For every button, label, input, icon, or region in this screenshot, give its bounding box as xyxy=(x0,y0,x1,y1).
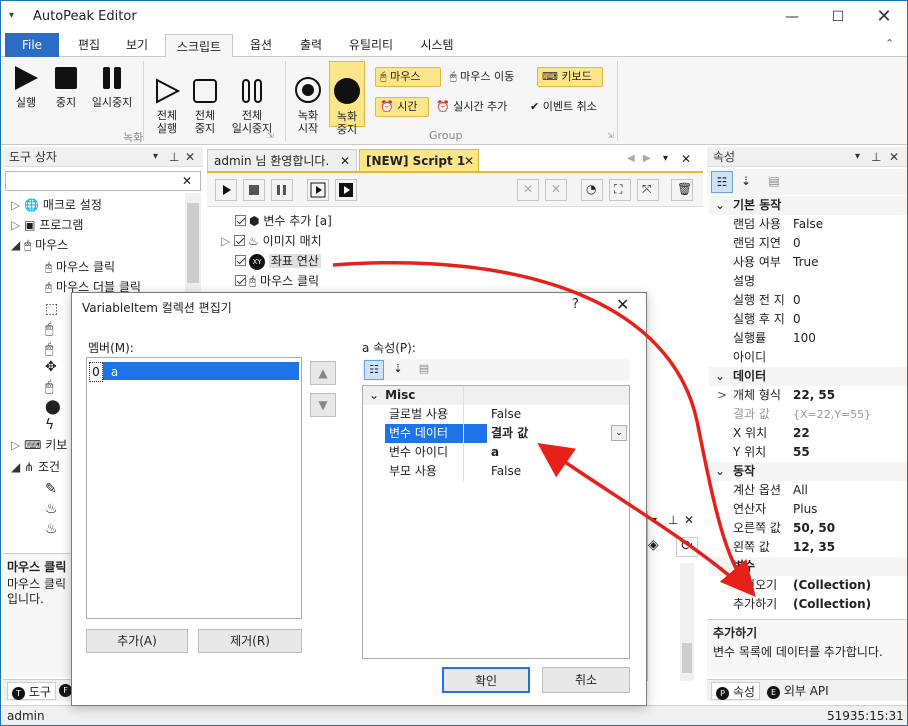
annotation-arrows xyxy=(332,261,756,597)
arrow-to-dialog xyxy=(537,443,747,591)
arrow-to-properties xyxy=(332,261,756,597)
app-window: ▾ AutoPeak Editor — ☐ ✕ File 편집 보기 스크립트 … xyxy=(0,0,908,726)
